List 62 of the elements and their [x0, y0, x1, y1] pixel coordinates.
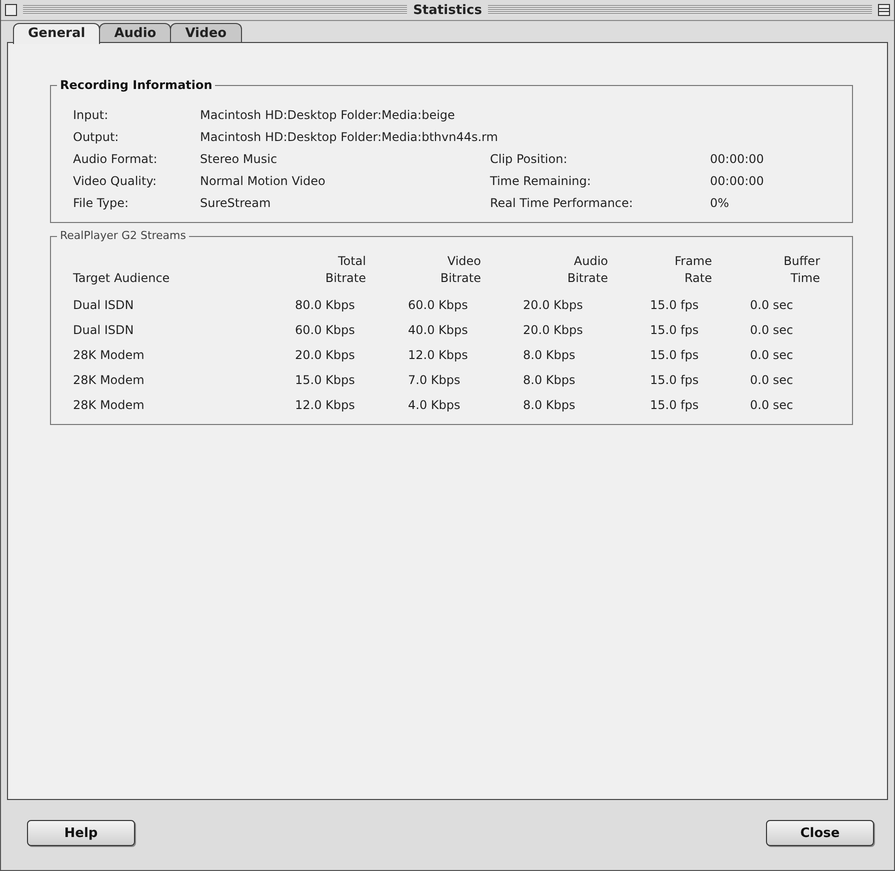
group-title: RealPlayer G2 Streams	[57, 229, 189, 242]
table-cell-text: 15.0 fps	[650, 323, 700, 337]
table-cell-text: 8.0 Kbps	[523, 373, 576, 387]
tab[interactable]: Audio	[99, 23, 172, 42]
dialog-button[interactable]: Help	[27, 820, 135, 846]
close-box-icon[interactable]	[5, 4, 17, 16]
field-label: Time Remaining:	[490, 174, 592, 188]
field-label: Output:	[73, 130, 120, 144]
table-cell-text: 8.0 Kbps	[523, 398, 576, 412]
field-value: 00:00:00	[710, 152, 765, 166]
table-cell-text: 0.0 sec	[750, 323, 794, 337]
tab[interactable]: Video	[170, 23, 242, 42]
column-header: Audio Bitrate	[566, 253, 609, 287]
table-cell-text: 15.0 fps	[650, 373, 700, 387]
table-cell-text: 80.0 Kbps	[295, 298, 356, 312]
table-cell-text: 12.0 Kbps	[295, 398, 356, 412]
table-cell-text: 20.0 Kbps	[523, 298, 584, 312]
column-header: Target Audience	[73, 270, 171, 287]
table-cell-text: 28K Modem	[73, 348, 146, 362]
table-cell-text: 0.0 sec	[750, 398, 794, 412]
field-value: Macintosh HD:Desktop Folder:Media:beige	[200, 108, 455, 122]
field-value: Stereo Music	[200, 152, 278, 166]
table-cell-text: 60.0 Kbps	[408, 298, 469, 312]
table-cell-text: 40.0 Kbps	[408, 323, 469, 337]
field-label: Input:	[73, 108, 110, 122]
table-cell-text: 20.0 Kbps	[295, 348, 356, 362]
field-value: Normal Motion Video	[200, 174, 326, 188]
field-label: File Type:	[73, 196, 130, 210]
column-header: Video Bitrate	[439, 253, 482, 287]
field-value: 00:00:00	[710, 174, 765, 188]
field-label: Real Time Performance:	[490, 196, 634, 210]
table-cell-text: 15.0 fps	[650, 348, 700, 362]
table-cell-text: 28K Modem	[73, 373, 146, 387]
field-value: 0%	[710, 196, 730, 210]
column-header: Frame Rate	[674, 253, 713, 287]
table-cell-text: 0.0 sec	[750, 373, 794, 387]
window-title: Statistics	[413, 2, 482, 18]
group-title: Recording Information	[57, 78, 216, 92]
table-cell-text: 0.0 sec	[750, 348, 794, 362]
table-cell-text: 15.0 fps	[650, 298, 700, 312]
table-cell-text: 8.0 Kbps	[523, 348, 576, 362]
dialog-button[interactable]: Close	[766, 820, 874, 846]
table-cell-text: 12.0 Kbps	[408, 348, 469, 362]
table-cell-text: 15.0 Kbps	[295, 373, 356, 387]
table-cell-text: 4.0 Kbps	[408, 398, 462, 412]
field-label: Video Quality:	[73, 174, 158, 188]
table-cell-text: 0.0 sec	[750, 298, 794, 312]
field-label: Audio Format:	[73, 152, 158, 166]
table-cell-text: 7.0 Kbps	[408, 373, 462, 387]
table-cell-text: Dual ISDN	[73, 298, 135, 312]
field-value: Macintosh HD:Desktop Folder:Media:bthvn44s.rm	[200, 130, 498, 144]
tab[interactable]: General	[13, 23, 100, 44]
table-cell-text: 20.0 Kbps	[523, 323, 584, 337]
table-cell-text: 28K Modem	[73, 398, 146, 412]
collapse-box-icon[interactable]	[878, 4, 890, 16]
table-cell-text: 15.0 fps	[650, 398, 700, 412]
table-cell-text: Dual ISDN	[73, 323, 135, 337]
field-label: Clip Position:	[490, 152, 568, 166]
column-header: Buffer Time	[782, 253, 821, 287]
field-value: SureStream	[200, 196, 271, 210]
column-header: Total Bitrate	[324, 253, 367, 287]
table-cell-text: 60.0 Kbps	[295, 323, 356, 337]
